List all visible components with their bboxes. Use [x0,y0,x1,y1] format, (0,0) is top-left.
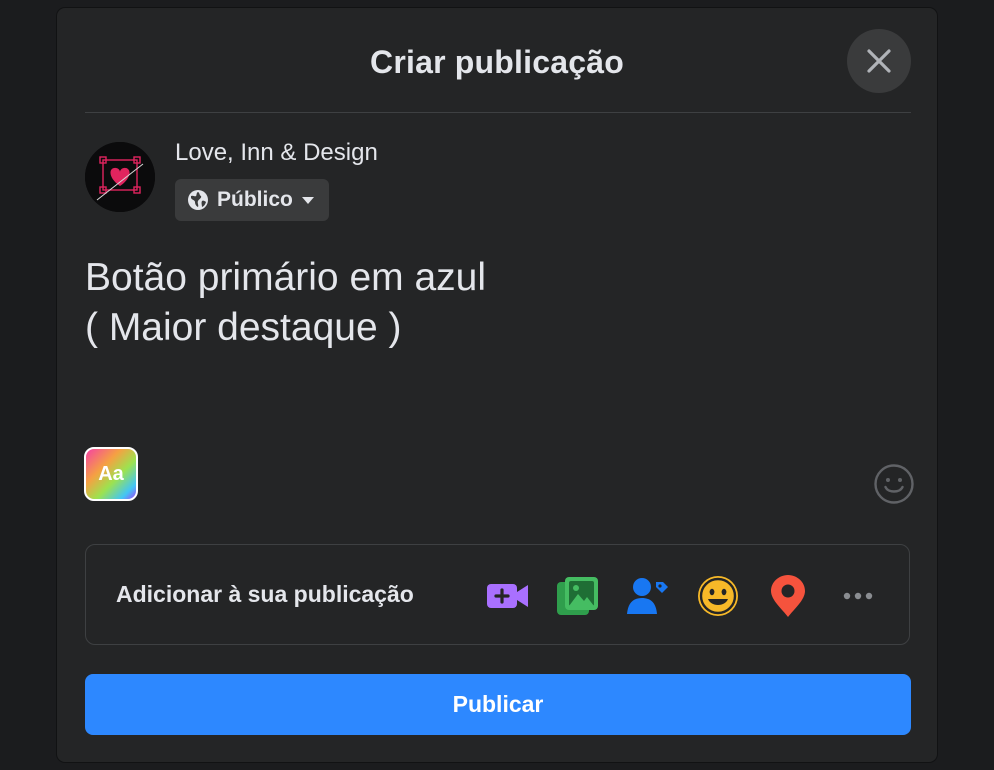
tag-people-icon [627,578,668,614]
emoji-icon[interactable] [873,463,915,505]
post-text-input[interactable]: Botão primário em azul ( Maior destaque … [85,253,905,353]
dialog-title: Criar publicação [370,44,624,80]
add-to-post-label: Adicionar à sua publicação [116,581,414,607]
check-in-button[interactable] [764,572,812,620]
close-button[interactable] [847,29,911,93]
header-divider [85,112,911,113]
close-icon [867,49,891,73]
caret-down-icon [301,197,314,204]
page-name[interactable]: Love, Inn & Design [175,139,378,167]
live-video-icon [487,584,528,608]
background-picker-label: Aa [98,462,124,485]
publish-label: Publicar [452,691,544,717]
logo-icon [85,142,155,212]
publish-button[interactable]: Publicar [85,674,911,735]
live-video-button[interactable] [484,572,532,620]
tag-people-button[interactable] [624,572,672,620]
more-options-button[interactable] [834,572,882,620]
more-icon [843,592,873,600]
create-post-dialog: Criar publicação Love, Inn & Design Públ… [57,8,937,762]
photo-video-button[interactable] [554,572,602,620]
background-picker-button[interactable]: Aa [84,447,138,501]
check-in-icon [771,575,805,617]
add-to-post-panel: Adicionar à sua publicação [85,544,910,645]
feeling-icon [698,576,738,616]
audience-label: Público [217,188,293,211]
photo-video-icon [557,577,598,615]
audience-selector[interactable]: Público [175,179,329,221]
feeling-button[interactable] [694,572,742,620]
globe-icon [188,190,208,210]
page-avatar[interactable] [85,142,155,212]
